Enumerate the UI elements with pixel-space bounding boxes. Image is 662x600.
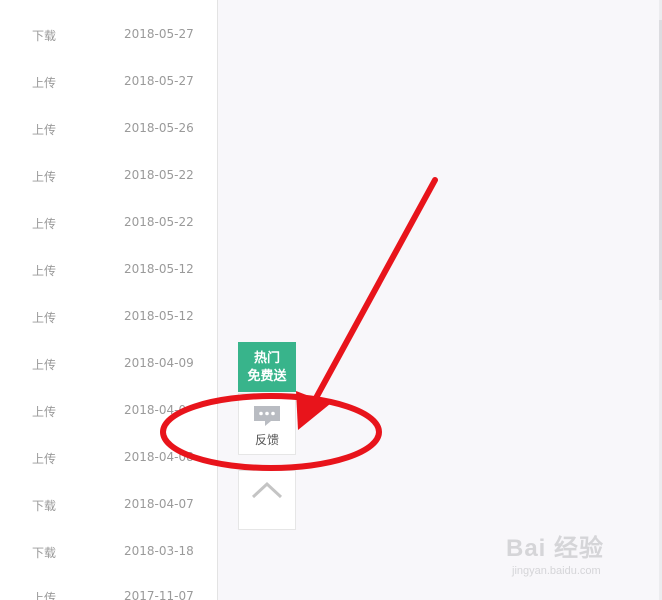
records-list: 下载 2018-05-27 上传 2018-05-27 上传 2018-05-2… [0,0,218,600]
record-type: 上传 [32,452,57,466]
record-type: 上传 [32,591,57,600]
feedback-label: 反馈 [254,433,279,447]
record-type: 上传 [32,358,57,372]
record-type: 下载 [32,29,57,43]
hot-label: 热门 [253,351,280,366]
record-date: 2018-05-22 [124,168,194,182]
record-type: 上传 [32,311,57,325]
chevron-up-icon [251,481,283,499]
record-date: 2018-04-09 [124,356,194,370]
baidu-jingyan-watermark: Bai 经验 jingyan.baidu.com [506,528,604,577]
record-type: 上传 [32,170,57,184]
list-item[interactable]: 上传 2018-05-22 [0,215,217,235]
list-item[interactable]: 上传 2018-05-27 [0,74,217,94]
list-item[interactable]: 上传 2018-04-0 [0,403,217,423]
record-date: 2018-05-27 [124,27,194,41]
back-to-top-button[interactable] [238,470,296,530]
record-type: 上传 [32,405,57,419]
list-item[interactable]: 上传 2018-04-08 [0,450,217,470]
list-item[interactable]: 下载 2018-03-18 [0,544,217,564]
watermark-logo: Bai 经验 [506,535,605,562]
free-gift-label: 免费送 [247,369,287,384]
list-item[interactable]: 下载 2018-04-07 [0,497,217,517]
record-date: 2018-05-12 [124,309,194,323]
record-date: 2018-04-0 [124,403,187,417]
record-date: 2018-05-22 [124,215,194,229]
list-item[interactable]: 上传 2018-05-26 [0,121,217,141]
record-date: 2018-05-26 [124,121,194,135]
record-date: 2018-04-08 [124,450,194,464]
page: 下载 2018-05-27 上传 2018-05-27 上传 2018-05-2… [0,0,662,600]
record-date: 2018-05-27 [124,74,194,88]
feedback-button[interactable]: 反馈 [238,393,296,455]
record-date: 2017-11-07 [124,589,194,600]
record-type: 下载 [32,499,57,513]
chat-bubble-icon [254,406,280,426]
record-type: 上传 [32,264,57,278]
record-date: 2018-05-12 [124,262,194,276]
record-date: 2018-04-07 [124,497,194,511]
hot-free-button[interactable]: 热门 免费送 [238,342,296,392]
list-item[interactable]: 上传 2018-05-12 [0,262,217,282]
record-type: 上传 [32,76,57,90]
list-item[interactable]: 上传 2018-05-22 [0,168,217,188]
list-item[interactable]: 上传 2018-05-12 [0,309,217,329]
list-item[interactable]: 上传 2018-04-09 [0,356,217,376]
list-item[interactable]: 上传 2017-11-07 [0,589,217,600]
record-type: 上传 [32,123,57,137]
list-item[interactable]: 下载 2018-05-27 [0,27,217,47]
watermark-url: jingyan.baidu.com [512,565,601,577]
floating-toolbar: 热门 免费送 反馈 [238,342,296,530]
record-type: 上传 [32,217,57,231]
record-type: 下载 [32,546,57,560]
record-date: 2018-03-18 [124,544,194,558]
